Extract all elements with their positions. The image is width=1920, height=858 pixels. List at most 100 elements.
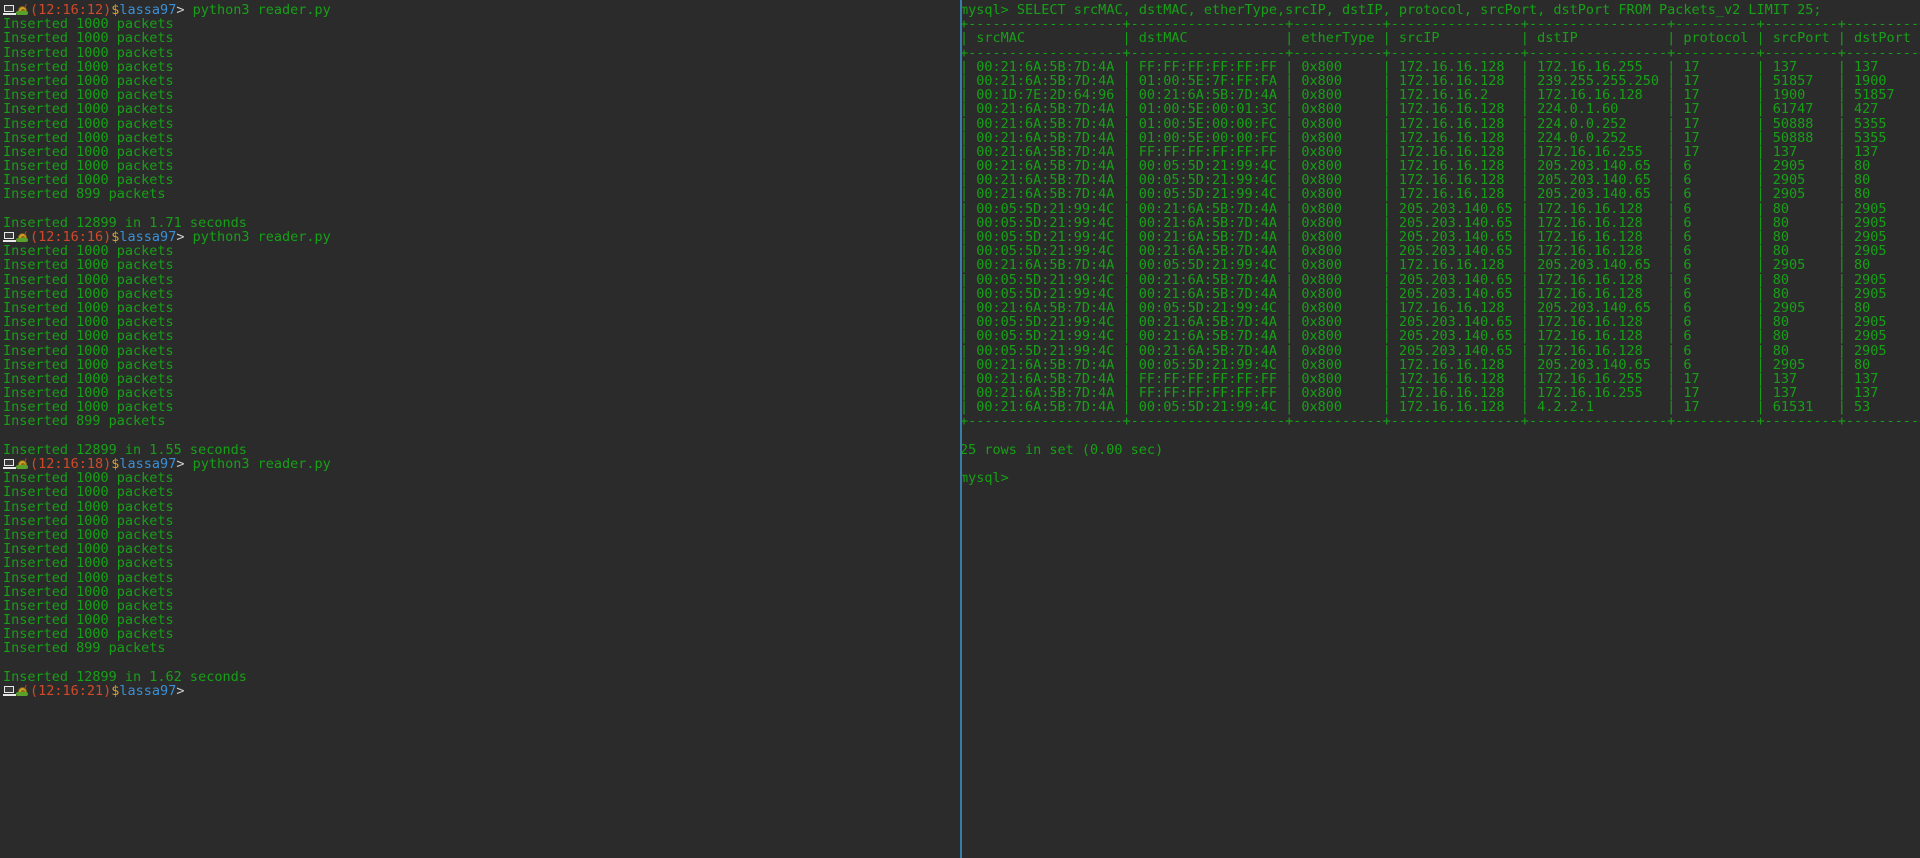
output-line: Inserted 1000 packets	[3, 299, 174, 316]
laptop-base	[3, 467, 16, 469]
output-line: Inserted 1000 packets	[3, 512, 174, 529]
snail-body	[16, 11, 28, 15]
prompt-line[interactable]: (12:16:21)$lassa97>	[3, 684, 960, 698]
snail-icon	[16, 3, 30, 16]
laptop-base	[3, 694, 16, 696]
output-line: Inserted 1000 packets	[3, 328, 174, 345]
table-rule-bottom: +-------------------+-------------------…	[960, 413, 1920, 430]
table-row: | 00:05:5D:21:99:4C | 00:21:6A:5B:7D:4A …	[960, 214, 1920, 231]
table-row: | 00:21:6A:5B:7D:4A | 00:05:5D:21:99:4C …	[960, 158, 1920, 175]
table-row: | 00:05:5D:21:99:4C | 00:21:6A:5B:7D:4A …	[960, 285, 1920, 302]
mysql-final-prompt[interactable]: mysql>	[960, 471, 1920, 485]
prompt-username: lassa97	[119, 683, 177, 699]
output-line: Inserted 1000 packets	[3, 129, 174, 146]
output-line: Inserted 1000 packets	[3, 569, 174, 586]
snail-body	[16, 465, 28, 469]
table-row: | 00:05:5D:21:99:4C | 00:21:6A:5B:7D:4A …	[960, 200, 1920, 217]
right-terminal-pane[interactable]: mysql> SELECT srcMAC, dstMAC, etherType,…	[960, 0, 1920, 858]
table-row: | 00:21:6A:5B:7D:4A | 00:05:5D:21:99:4C …	[960, 172, 1920, 189]
output-line: Inserted 1000 packets	[3, 285, 174, 302]
snail-body	[16, 692, 28, 696]
laptop-base	[3, 13, 16, 15]
output-line: Inserted 1000 packets	[3, 597, 174, 614]
output-line: Inserted 1000 packets	[3, 101, 174, 118]
table-row: | 00:21:6A:5B:7D:4A | 00:05:5D:21:99:4C …	[960, 299, 1920, 316]
output-line: Inserted 1000 packets	[3, 16, 174, 33]
prompt-line[interactable]: (12:16:16)$lassa97> python3 reader.py	[3, 230, 960, 244]
prompt-icons	[3, 230, 30, 244]
left-terminal-pane[interactable]: (12:16:12)$lassa97> python3 reader.py Ins…	[0, 0, 960, 858]
table-row: | 00:21:6A:5B:7D:4A | 01:00:5E:00:01:3C …	[960, 101, 1920, 118]
table-row: | 00:21:6A:5B:7D:4A | 00:05:5D:21:99:4C …	[960, 356, 1920, 373]
summary-line: Inserted 12899 in 1.71 seconds	[3, 214, 247, 231]
prompt-line[interactable]: (12:16:12)$lassa97> python3 reader.py	[3, 3, 960, 17]
laptop-screen	[4, 686, 14, 693]
output-line: Inserted 1000 packets	[3, 143, 174, 160]
table-row: | 00:21:6A:5B:7D:4A | 01:00:5E:00:00:FC …	[960, 129, 1920, 146]
output-line: Inserted 1000 packets	[3, 555, 174, 572]
output-line: Inserted 1000 packets	[3, 498, 174, 515]
laptop-screen	[4, 459, 14, 466]
prompt-line[interactable]: (12:16:18)$lassa97> python3 reader.py	[3, 457, 960, 471]
table-row: | 00:21:6A:5B:7D:4A | 01:00:5E:7F:FF:FA …	[960, 72, 1920, 89]
prompt-icons	[3, 3, 30, 17]
output-line: Inserted 1000 packets	[3, 271, 174, 288]
pane-divider	[960, 0, 962, 858]
table-rule-mid: +-------------------+-------------------…	[960, 44, 1920, 61]
output-line: Inserted 1000 packets	[3, 44, 174, 61]
output-line: Inserted 1000 packets	[3, 342, 174, 359]
mysql-query-line[interactable]: mysql> SELECT srcMAC, dstMAC, etherType,…	[960, 3, 1920, 17]
output-line: Inserted 1000 packets	[3, 370, 174, 387]
summary-line: Inserted 12899 in 1.55 seconds	[3, 441, 247, 458]
output-line: Inserted 1000 packets	[3, 115, 174, 132]
prompt-arrow: >	[176, 683, 185, 699]
output-line: Inserted 1000 packets	[3, 314, 174, 331]
table-header-row: | srcMAC | dstMAC | etherType | srcIP | …	[960, 30, 1920, 47]
laptop-screen	[4, 232, 14, 239]
output-line: Inserted 1000 packets	[3, 30, 174, 47]
output-line: Inserted 1000 packets	[3, 399, 174, 416]
table-row: | 00:05:5D:21:99:4C | 00:21:6A:5B:7D:4A …	[960, 328, 1920, 345]
laptop-base	[3, 240, 16, 242]
snail-icon	[16, 457, 30, 470]
output-line: Inserted 1000 packets	[3, 87, 174, 104]
prompt-icons	[3, 457, 30, 471]
snail-icon	[16, 684, 30, 697]
table-row: | 00:21:6A:5B:7D:4A | 00:05:5D:21:99:4C …	[960, 257, 1920, 274]
table-row: | 00:21:6A:5B:7D:4A | FF:FF:FF:FF:FF:FF …	[960, 58, 1920, 75]
output-line: Inserted 1000 packets	[3, 385, 174, 402]
prompt-icons	[3, 684, 30, 698]
table-row: | 00:21:6A:5B:7D:4A | 00:05:5D:21:99:4C …	[960, 399, 1920, 416]
output-line: Inserted 1000 packets	[3, 626, 174, 643]
output-line: Inserted 1000 packets	[3, 526, 174, 543]
table-row: | 00:21:6A:5B:7D:4A | FF:FF:FF:FF:FF:FF …	[960, 143, 1920, 160]
output-line: Inserted 1000 packets	[3, 172, 174, 189]
output-line: Inserted 1000 packets	[3, 470, 174, 487]
laptop-icon	[3, 5, 16, 16]
snail-body	[16, 238, 28, 242]
table-row: | 00:05:5D:21:99:4C | 00:21:6A:5B:7D:4A …	[960, 229, 1920, 245]
snail-icon	[16, 230, 30, 243]
output-line: Inserted 1000 packets	[3, 72, 174, 89]
output-line: Inserted 899 packets	[3, 186, 166, 203]
output-line: Inserted 1000 packets	[3, 58, 174, 75]
output-line: Inserted 1000 packets	[3, 158, 174, 175]
output-line: Inserted 1000 packets	[3, 243, 174, 260]
laptop-icon	[3, 459, 16, 470]
output-line: Inserted 899 packets	[3, 413, 166, 430]
prompt-command: python3 reader.py	[184, 456, 331, 472]
terminal-screen: (12:16:12)$lassa97> python3 reader.py Ins…	[0, 0, 1920, 858]
table-row: | 00:21:6A:5B:7D:4A | 00:05:5D:21:99:4C …	[960, 186, 1920, 203]
output-line: Inserted 1000 packets	[3, 257, 174, 274]
table-row: | 00:21:6A:5B:7D:4A | 01:00:5E:00:00:FC …	[960, 115, 1920, 132]
table-rule-top: +-------------------+-------------------…	[960, 16, 1920, 33]
summary-line: Inserted 12899 in 1.62 seconds	[3, 668, 247, 685]
prompt-command: python3 reader.py	[184, 229, 331, 245]
table-row: | 00:05:5D:21:99:4C | 00:21:6A:5B:7D:4A …	[960, 314, 1920, 331]
table-row: | 00:05:5D:21:99:4C | 00:21:6A:5B:7D:4A …	[960, 271, 1920, 288]
